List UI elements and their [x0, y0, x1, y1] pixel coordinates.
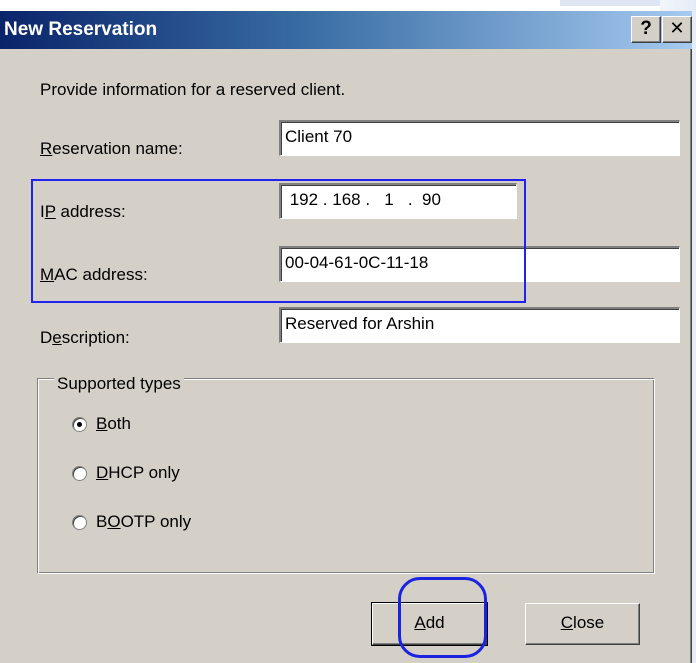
help-button[interactable]: ?: [631, 16, 661, 43]
title-bar: New Reservation ? ✕: [0, 11, 692, 49]
description-label: Description:: [40, 328, 130, 347]
radio-selected-icon: [72, 417, 87, 432]
ip-address-label: IP address:: [40, 202, 126, 221]
radio-both-label: Both: [96, 414, 131, 433]
supported-types-legend: Supported types: [54, 374, 184, 394]
add-button[interactable]: Add: [371, 602, 488, 646]
mac-address-label: MAC address:: [40, 265, 148, 284]
close-button[interactable]: Close: [525, 603, 640, 645]
description-field[interactable]: Reserved for Arshin: [279, 307, 680, 343]
radio-unselected-icon: [72, 515, 87, 530]
reservation-name-field[interactable]: Client 70: [279, 120, 680, 156]
reservation-name-label: Reservation name:: [40, 139, 183, 158]
intro-text: Provide information for a reserved clien…: [40, 80, 346, 99]
window-title: New Reservation: [4, 19, 158, 40]
mac-address-field[interactable]: 00-04-61-0C-11-18: [279, 246, 680, 282]
new-reservation-dialog: New Reservation ? ✕ Provide information …: [0, 11, 692, 663]
radio-bootp-only-label: BOOTP only: [96, 512, 192, 531]
ip-address-field[interactable]: 192 . 168 . 1 . 90: [279, 183, 517, 219]
close-icon: ✕: [669, 18, 685, 39]
close-window-button[interactable]: ✕: [662, 16, 692, 43]
radio-dhcp-only-label: DHCP only: [96, 463, 180, 482]
radio-unselected-icon: [72, 466, 87, 481]
